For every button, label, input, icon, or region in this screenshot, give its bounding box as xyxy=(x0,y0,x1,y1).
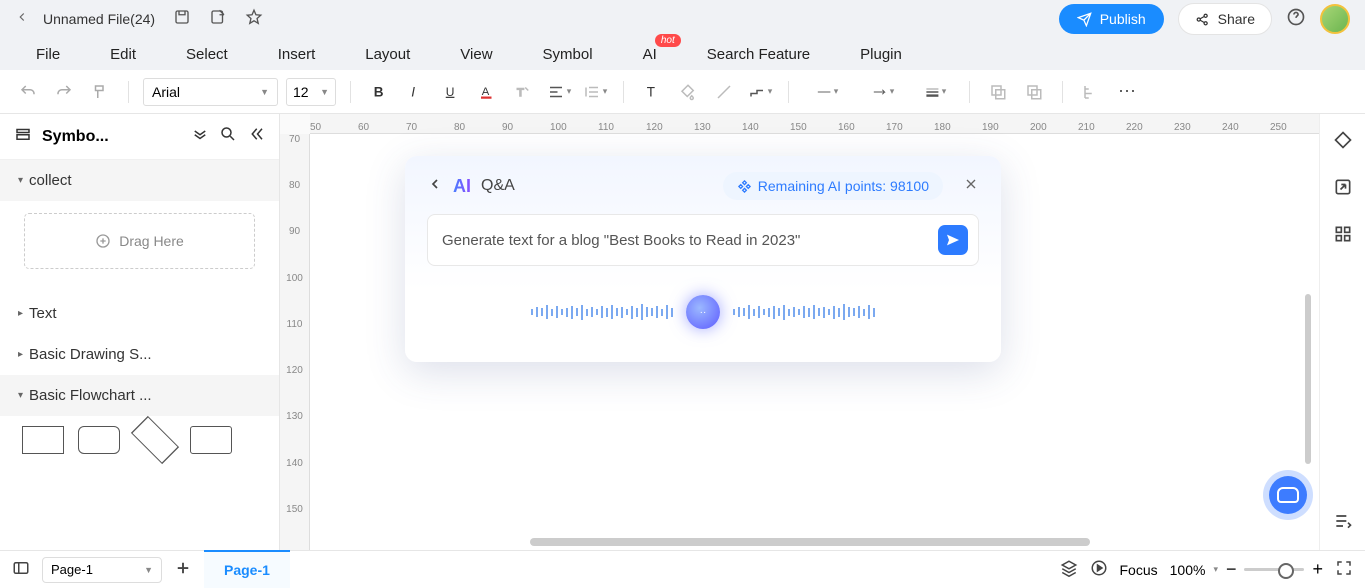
section-collect[interactable]: ▾collect xyxy=(0,160,279,201)
shape-diamond[interactable] xyxy=(131,416,179,464)
italic-icon[interactable]: I xyxy=(401,78,429,106)
send-icon[interactable] xyxy=(938,225,968,255)
font-color-icon[interactable]: A xyxy=(473,78,501,106)
search-icon[interactable] xyxy=(219,125,237,148)
collapse-icon[interactable] xyxy=(247,125,265,148)
menu-layout[interactable]: Layout xyxy=(365,46,410,63)
menu-plugin[interactable]: Plugin xyxy=(860,46,902,63)
menu-ai[interactable]: AIhot xyxy=(643,46,657,63)
menu-edit[interactable]: Edit xyxy=(110,46,136,63)
sidebar: Symbo... ▾collect Drag Here ▸Text ▸Basic… xyxy=(0,114,280,550)
sidebar-title: Symbo... xyxy=(42,128,181,146)
back-icon[interactable] xyxy=(15,10,29,29)
help-icon[interactable] xyxy=(1286,7,1306,32)
scrollbar-vertical[interactable] xyxy=(1305,294,1311,464)
drag-here-zone[interactable]: Drag Here xyxy=(24,213,255,269)
file-title: Unnamed File(24) xyxy=(43,11,155,27)
line-color-icon[interactable] xyxy=(710,78,738,106)
list-settings-icon[interactable] xyxy=(1333,511,1353,536)
layer-front-icon[interactable] xyxy=(984,78,1012,106)
zoom-value[interactable]: 100% xyxy=(1170,562,1206,578)
menu-symbol[interactable]: Symbol xyxy=(543,46,593,63)
ruler-vertical: 708090100110120130140150 xyxy=(280,134,310,550)
shape-round-rect[interactable] xyxy=(78,426,120,454)
focus-label[interactable]: Focus xyxy=(1120,562,1158,578)
bold-icon[interactable]: B xyxy=(365,78,393,106)
publish-button[interactable]: Publish xyxy=(1059,4,1164,34)
add-page-icon[interactable] xyxy=(174,559,192,580)
ai-points-badge[interactable]: Remaining AI points: 98100 xyxy=(723,172,943,200)
avatar[interactable] xyxy=(1320,4,1350,34)
page-tab-active[interactable]: Page-1 xyxy=(204,550,290,588)
zoom-in-icon[interactable]: + xyxy=(1312,559,1323,580)
svg-text:U: U xyxy=(446,84,455,98)
line-weight-icon[interactable]: ▾ xyxy=(915,78,955,106)
redo-icon[interactable] xyxy=(50,78,78,106)
arrow-style-icon[interactable]: ▾ xyxy=(859,78,907,106)
star-icon[interactable] xyxy=(245,8,263,31)
scrollbar-horizontal[interactable] xyxy=(530,538,1090,546)
format-painter-icon[interactable] xyxy=(86,78,114,106)
ai-waveform xyxy=(427,292,979,332)
play-icon[interactable] xyxy=(1090,559,1108,580)
ai-panel: AI Q&A Remaining AI points: 98100 Genera… xyxy=(405,156,1001,362)
right-rail xyxy=(1319,114,1365,550)
ai-qa-label: Q&A xyxy=(481,177,515,195)
ai-fab-button[interactable] xyxy=(1269,476,1307,514)
undo-icon[interactable] xyxy=(14,78,42,106)
shape-rect2[interactable] xyxy=(190,426,232,454)
menu-insert[interactable]: Insert xyxy=(278,46,316,63)
layers-icon[interactable] xyxy=(1060,559,1078,580)
symbols-icon xyxy=(14,125,32,148)
theme-icon[interactable] xyxy=(1333,130,1353,155)
share-label: Share xyxy=(1218,11,1255,27)
export-panel-icon[interactable] xyxy=(1333,177,1353,202)
font-size-select[interactable]: 12▼ xyxy=(286,78,336,106)
ai-input[interactable]: Generate text for a blog "Best Books to … xyxy=(427,214,979,266)
hot-badge: hot xyxy=(655,34,681,47)
publish-label: Publish xyxy=(1100,11,1146,27)
fullscreen-icon[interactable] xyxy=(1335,559,1353,580)
more-icon[interactable]: ⋯ xyxy=(1113,78,1141,106)
layer-back-icon[interactable] xyxy=(1020,78,1048,106)
distribute-icon[interactable] xyxy=(1077,78,1105,106)
svg-text:T: T xyxy=(517,86,524,98)
menu-view[interactable]: View xyxy=(460,46,492,63)
shape-rectangle[interactable] xyxy=(22,426,64,454)
expand-double-icon[interactable] xyxy=(191,125,209,148)
share-button[interactable]: Share xyxy=(1178,3,1272,35)
fill-color-icon[interactable] xyxy=(674,78,702,106)
menu-search-feature[interactable]: Search Feature xyxy=(707,46,810,63)
section-text[interactable]: ▸Text xyxy=(0,293,279,334)
canvas-area[interactable]: 5060708090100110120130140150160170180190… xyxy=(280,114,1319,550)
line-spacing-icon[interactable]: ▾ xyxy=(581,78,609,106)
menu-select[interactable]: Select xyxy=(186,46,228,63)
align-icon[interactable]: ▾ xyxy=(545,78,573,106)
menu-file[interactable]: File xyxy=(36,46,60,63)
zoom-out-icon[interactable]: − xyxy=(1226,559,1237,580)
font-select[interactable]: Arial▼ xyxy=(143,78,278,106)
ruler-horizontal: 5060708090100110120130140150160170180190… xyxy=(310,114,1319,134)
ai-prompt-text: Generate text for a blog "Best Books to … xyxy=(442,232,938,249)
text-tool-icon[interactable]: T xyxy=(638,78,666,106)
ai-logo: AI xyxy=(453,176,471,197)
save-icon[interactable] xyxy=(173,8,191,31)
ai-back-icon[interactable] xyxy=(427,176,443,197)
svg-text:B: B xyxy=(374,84,384,99)
export-icon[interactable] xyxy=(209,8,227,31)
close-icon[interactable] xyxy=(963,176,979,197)
line-style-icon[interactable]: ▾ xyxy=(803,78,851,106)
clear-format-icon[interactable]: T xyxy=(509,78,537,106)
svg-text:T: T xyxy=(647,84,655,99)
grid-icon[interactable] xyxy=(1333,224,1353,249)
pages-panel-icon[interactable] xyxy=(12,559,30,580)
svg-text:I: I xyxy=(411,84,415,99)
zoom-slider[interactable] xyxy=(1244,568,1304,571)
section-basic-drawing[interactable]: ▸Basic Drawing S... xyxy=(0,334,279,375)
underline-icon[interactable]: U xyxy=(437,78,465,106)
section-basic-flowchart[interactable]: ▾Basic Flowchart ... xyxy=(0,375,279,416)
page-select[interactable]: Page-1▼ xyxy=(42,557,162,583)
connector-icon[interactable]: ▾ xyxy=(746,78,774,106)
svg-text:A: A xyxy=(482,86,490,98)
